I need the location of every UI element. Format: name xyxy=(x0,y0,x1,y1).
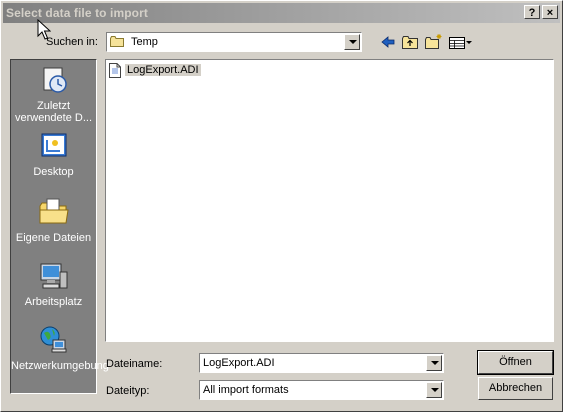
chevron-down-icon[interactable] xyxy=(426,382,442,398)
my-computer-icon xyxy=(40,263,67,289)
file-name: LogExport.ADI xyxy=(125,64,201,76)
place-desktop[interactable]: Desktop xyxy=(11,130,96,178)
file-open-dialog: Select data file to import ? × Suchen in… xyxy=(0,0,563,412)
place-label: Netzwerkumgebung xyxy=(11,360,109,372)
view-menu-icon[interactable] xyxy=(447,33,473,51)
filename-label: Dateiname: xyxy=(106,358,163,370)
recent-documents-icon xyxy=(43,67,67,93)
filename-field[interactable]: LogExport.ADI xyxy=(199,353,444,373)
close-button[interactable]: × xyxy=(542,5,558,19)
new-folder-icon[interactable] xyxy=(423,33,443,51)
desktop-icon xyxy=(41,133,66,157)
place-label: Eigene Dateien xyxy=(15,232,92,244)
filetype-label: Dateityp: xyxy=(106,385,150,397)
window-title: Select data file to import xyxy=(6,6,148,20)
place-recent[interactable]: Zuletzt verwendete D... xyxy=(11,64,96,124)
cancel-button[interactable]: Abbrechen xyxy=(478,377,553,400)
look-in-label: Suchen in: xyxy=(46,36,98,48)
place-label: Zuletzt verwendete D... xyxy=(14,100,93,124)
title-bar[interactable]: Select data file to import ? × xyxy=(3,3,560,23)
place-label: Desktop xyxy=(33,166,74,178)
place-label: Arbeitsplatz xyxy=(24,296,83,308)
filetype-dropdown[interactable]: All import formats xyxy=(199,380,444,400)
folder-icon xyxy=(110,36,124,47)
document-icon xyxy=(109,63,121,78)
look-in-value: Temp xyxy=(131,36,158,48)
back-arrow-icon[interactable] xyxy=(378,33,398,51)
places-bar: Zuletzt verwendete D... Desktop Eigene D… xyxy=(10,59,109,394)
look-in-dropdown[interactable]: Temp xyxy=(106,32,362,52)
place-my-documents[interactable]: Eigene Dateien xyxy=(11,196,96,244)
help-button[interactable]: ? xyxy=(524,5,540,19)
filetype-value: All import formats xyxy=(203,384,289,396)
chevron-down-icon[interactable] xyxy=(426,355,442,371)
file-list[interactable]: LogExport.ADI xyxy=(105,59,554,342)
chevron-down-icon[interactable] xyxy=(344,34,360,50)
mouse-cursor-icon xyxy=(37,19,51,40)
place-my-computer[interactable]: Arbeitsplatz xyxy=(11,260,96,308)
network-icon xyxy=(40,326,66,353)
my-documents-icon xyxy=(39,198,69,224)
filename-value: LogExport.ADI xyxy=(203,357,275,369)
place-network[interactable]: Netzwerkumgebung xyxy=(11,324,109,372)
open-button[interactable]: Öffnen xyxy=(477,350,554,375)
up-folder-icon[interactable] xyxy=(400,33,420,51)
